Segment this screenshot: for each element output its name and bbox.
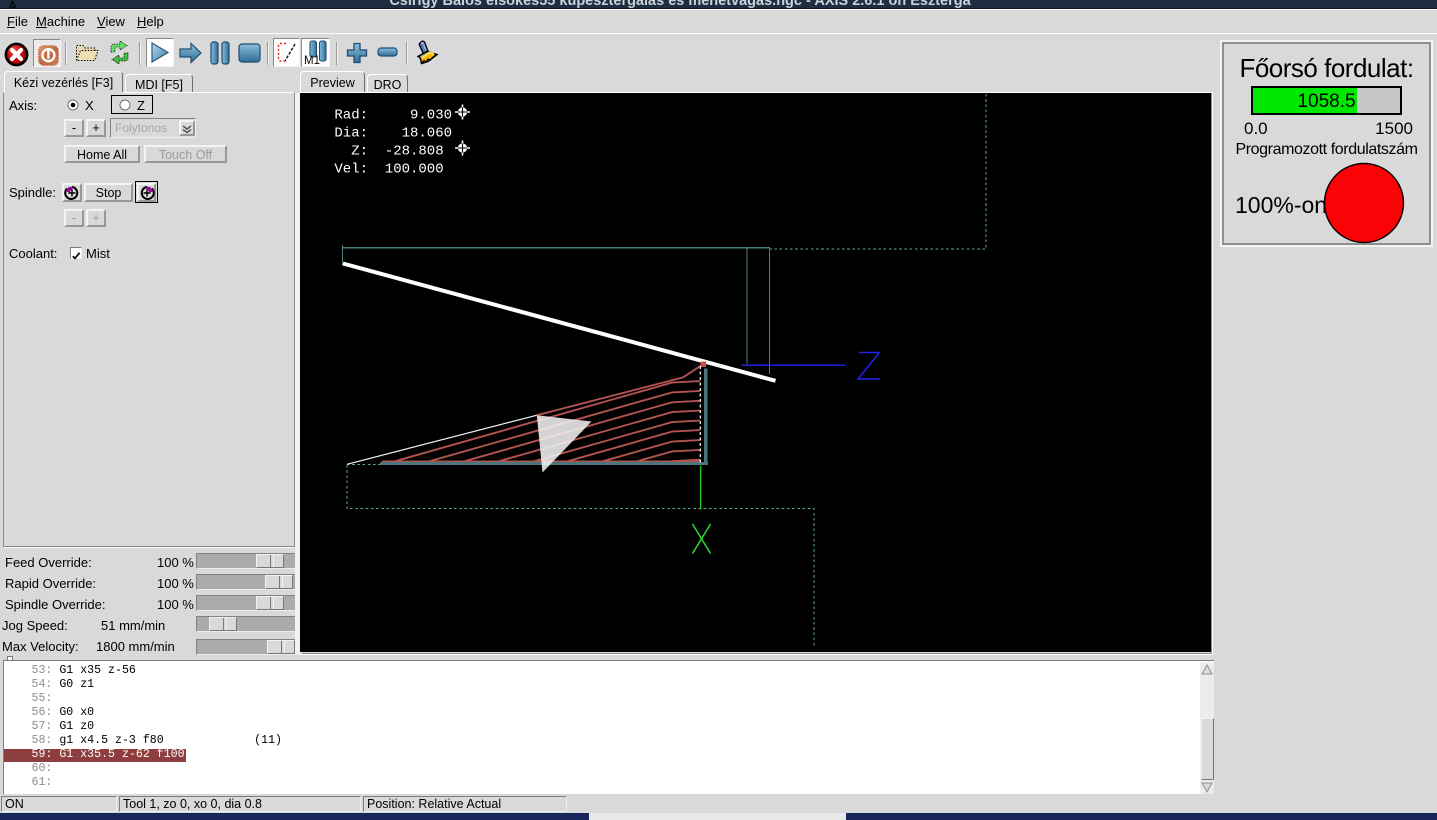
svg-text:M1: M1 — [304, 55, 320, 66]
svg-text:Rad: 9.030: Rad: 9.030 — [334, 108, 452, 124]
svg-text:Dia: 18.060: Dia: 18.060 — [334, 126, 452, 142]
svg-text:Vel: 100.000: Vel: 100.000 — [334, 162, 443, 178]
svg-text:Z: -28.808: Z: -28.808 — [334, 144, 443, 160]
